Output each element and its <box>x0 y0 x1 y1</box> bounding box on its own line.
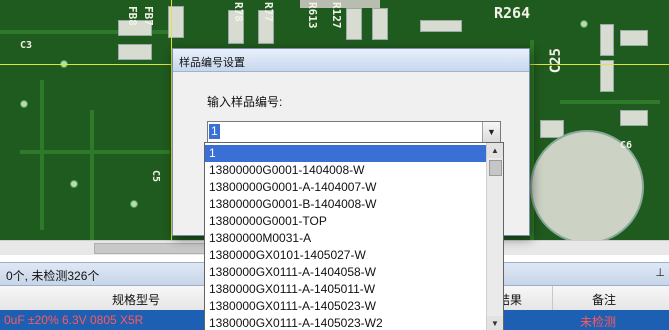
pcb-via <box>20 100 28 108</box>
cell-remark: 未检测 <box>580 315 617 329</box>
scroll-down-icon[interactable]: ▼ <box>487 316 503 330</box>
list-item[interactable]: 13800000G0001-A-1404007-W <box>205 179 489 196</box>
pcb-trace <box>560 100 660 104</box>
column-header-spec[interactable]: 规格型号 <box>112 291 160 308</box>
pcb-trace <box>90 110 94 240</box>
list-item[interactable]: 13800000G0001-B-1404008-W <box>205 196 489 213</box>
silk-label: C3 <box>20 40 33 51</box>
pcb-pad <box>346 8 362 40</box>
silk-label: FB8 <box>126 6 139 26</box>
dropdown-scrollbar[interactable]: ▲ ▼ <box>486 143 503 330</box>
scrollbar-thumb[interactable] <box>489 160 502 176</box>
list-item[interactable]: 13800000M0031-A <box>205 230 489 247</box>
silk-label: R264 <box>494 4 531 22</box>
pcb-pad <box>620 110 648 126</box>
pcb-via <box>70 180 78 188</box>
list-item[interactable]: 13800000G0001-1404008-W <box>205 162 489 179</box>
pcb-trace <box>20 150 170 154</box>
pcb-pad <box>420 20 462 32</box>
list-item[interactable]: 1 <box>205 145 489 162</box>
pcb-via <box>580 20 588 28</box>
column-header-remark[interactable]: 备注 <box>592 291 616 308</box>
silk-label: FB7 <box>142 6 155 26</box>
chevron-down-icon[interactable]: ▼ <box>482 122 500 142</box>
list-item[interactable]: 13800000G0001-TOP <box>205 213 489 230</box>
silk-label: C5 <box>150 170 161 183</box>
sample-number-dropdown-list[interactable]: 1 13800000G0001-1404008-W 13800000G0001-… <box>204 142 504 330</box>
app-window: FB8 FB7 R78 R77 R613 R127 R264 C25 C3 C5… <box>0 0 669 330</box>
list-item[interactable]: 1380000GX0101-1405027-W <box>205 247 489 264</box>
pcb-trace <box>530 40 534 240</box>
silk-label: R613 <box>306 2 319 29</box>
pin-icon[interactable]: ⊥ <box>655 266 665 279</box>
silk-label: R78 <box>232 2 245 22</box>
column-separator <box>552 286 553 310</box>
list-item[interactable]: 1380000GX0111-A-1404058-W <box>205 264 489 281</box>
silk-label: C25 <box>548 48 564 74</box>
status-count-text: 0个, 未检测326个 <box>6 269 100 283</box>
pcb-pad <box>620 30 648 46</box>
pcb-trace <box>40 80 44 230</box>
pcb-via <box>130 200 138 208</box>
pcb-pad <box>600 24 614 56</box>
combobox-value[interactable]: 1 <box>209 124 220 139</box>
silk-label: C6 <box>620 140 633 151</box>
scroll-up-icon[interactable]: ▲ <box>487 143 503 158</box>
cell-spec: 0uF ±20% 6.3V 0805 X5R <box>4 313 144 327</box>
dialog-title: 样品编号设置 <box>179 57 245 69</box>
sample-number-combobox[interactable]: 1 ▼ <box>207 121 501 143</box>
list-item[interactable]: 1380000GX0111-A-1405023-W <box>205 298 489 315</box>
pcb-pad <box>372 8 388 40</box>
sample-number-label: 输入样品编号: <box>207 95 283 109</box>
list-item[interactable]: 1380000GX0111-A-1405023-W2 <box>205 315 489 330</box>
list-item[interactable]: 1380000GX0111-A-1405011-W <box>205 281 489 298</box>
silk-label: R77 <box>262 2 275 22</box>
pcb-pad <box>118 44 152 60</box>
dialog-titlebar[interactable]: 样品编号设置 <box>173 49 529 72</box>
silk-label: R127 <box>330 2 343 29</box>
